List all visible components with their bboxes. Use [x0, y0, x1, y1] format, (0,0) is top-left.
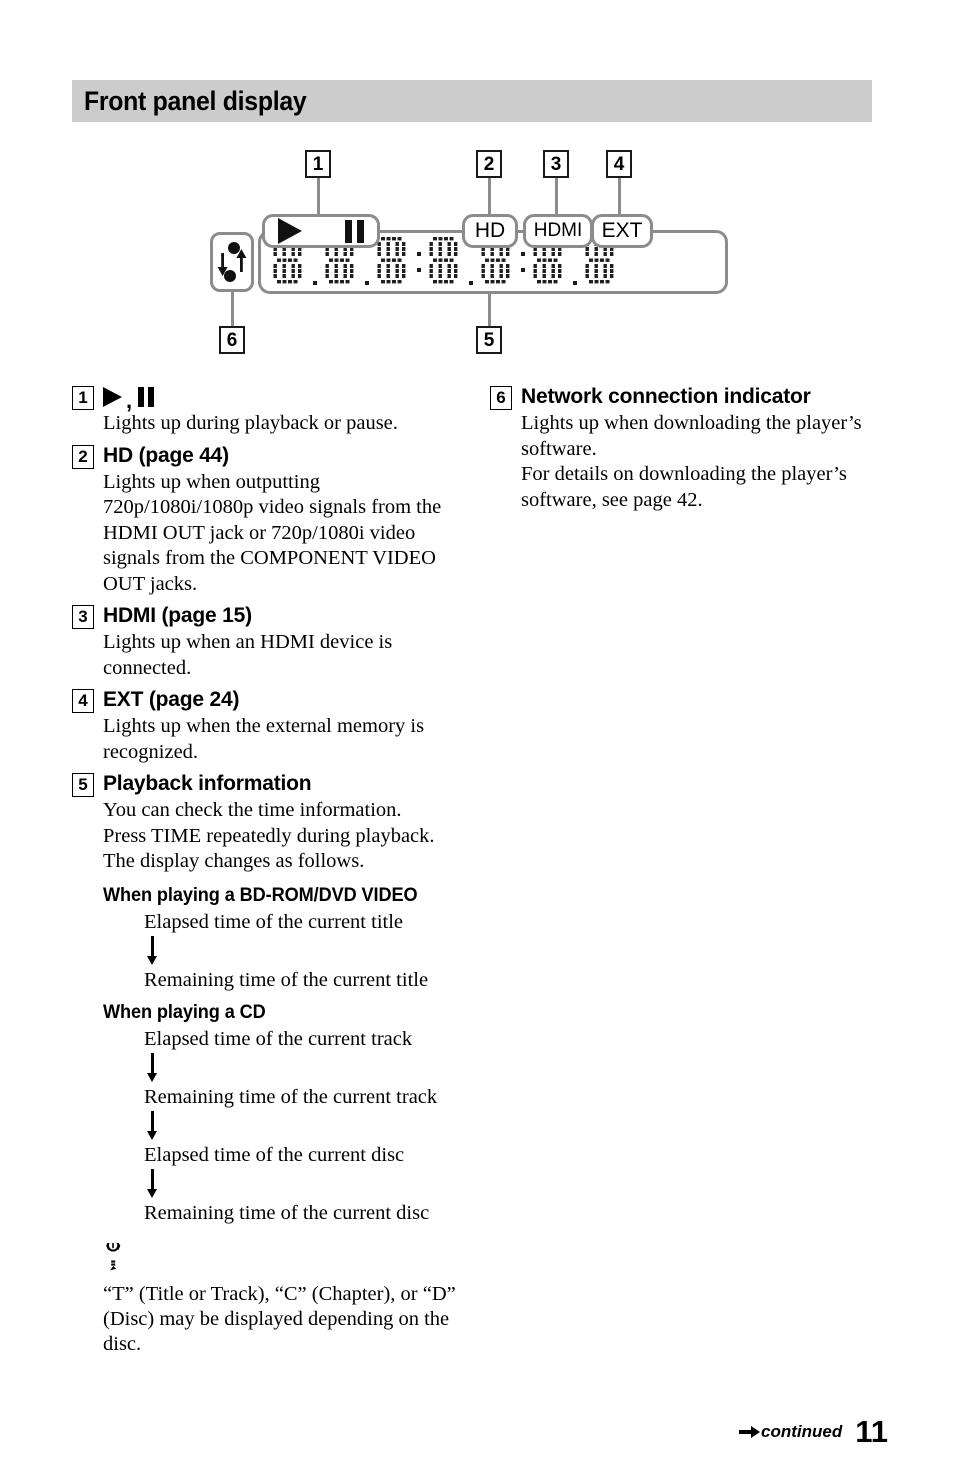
entry-1-head: 1 , — [72, 383, 457, 413]
hdmi-indicator: HDMI — [523, 214, 593, 248]
entry-2-title: HD (page 44) — [103, 443, 229, 467]
right-column: 6 Network connection indicator Lights up… — [490, 383, 875, 518]
page-number: 11 — [855, 1414, 888, 1449]
tip-body: “T” (Title or Track), “C” (Chapter), or … — [103, 1282, 456, 1355]
callout-6: 6 — [219, 326, 245, 354]
entry-5-body: You can check the time information. Pres… — [103, 799, 435, 872]
callout-2: 2 — [476, 150, 502, 178]
lightbulb-tip-icon — [106, 1238, 121, 1270]
entry-1-body: Lights up during playback or pause. — [103, 412, 398, 434]
flow-step: Remaining time of the current title — [144, 968, 429, 991]
entry-4-head: 4 EXT (page 24) — [72, 686, 457, 713]
ext-indicator: EXT — [591, 214, 653, 248]
callout-1: 1 — [305, 150, 331, 178]
entry-4-body: Lights up when the external memory is re… — [103, 715, 425, 763]
right-arrow-icon — [739, 1425, 760, 1438]
ext-indicator-label: EXT — [601, 219, 643, 242]
entry-3-body: Lights up when an HDMI device is connect… — [103, 631, 393, 679]
entry-5-head: 5 Playback information — [72, 770, 457, 797]
flow-step: Remaining time of the current disc — [144, 1201, 430, 1224]
down-arrow-icon — [146, 1110, 160, 1141]
segment-char — [373, 236, 411, 288]
comma-separator: , — [126, 388, 132, 413]
leader-line-4 — [618, 178, 621, 214]
entry-6-head: 6 Network connection indicator — [490, 383, 875, 410]
flow-step: Elapsed time of the current disc — [144, 1143, 405, 1166]
entry-6-title: Network connection indicator — [521, 385, 811, 408]
flow-cd: Elapsed time of the current track Remain… — [144, 1027, 457, 1225]
entry-3-number: 3 — [72, 605, 94, 629]
entry-4-number: 4 — [72, 689, 94, 713]
entry-6-number: 6 — [490, 386, 512, 410]
flow-step: Elapsed time of the current track — [144, 1027, 413, 1050]
entry-6: 6 Network connection indicator Lights up… — [490, 383, 875, 513]
network-up-down-icon — [217, 242, 247, 282]
entry-4: 4 EXT (page 24) Lights up when the exter… — [72, 686, 457, 765]
entry-1-number: 1 — [72, 386, 94, 410]
entry-3-head: 3 HDMI (page 15) — [72, 602, 457, 629]
subhead-cd: When playing a CD — [103, 1000, 266, 1023]
leader-line-3 — [555, 178, 558, 214]
entry-4-title: EXT (page 24) — [103, 688, 240, 711]
entry-6-body-line-2: For details on downloading the player’s … — [521, 463, 847, 511]
callout-4: 4 — [606, 150, 632, 178]
section-header: Front panel display — [72, 80, 872, 122]
continued-label: continued — [761, 1421, 843, 1441]
leader-line-5 — [488, 294, 491, 327]
hdmi-indicator-label: HDMI — [533, 220, 583, 241]
entry-2-body: Lights up when outputting 720p/1080i/108… — [103, 470, 442, 595]
entry-3: 3 HDMI (page 15) Lights up when an HDMI … — [72, 602, 457, 681]
entry-2-head: 2 HD (page 44) — [72, 442, 457, 469]
left-column: 1 , Lights up during playback or pause. … — [72, 383, 457, 1357]
pause-icon — [137, 386, 154, 407]
flow-step: Elapsed time of the current title — [144, 910, 404, 933]
entry-3-title: HDMI (page 15) — [103, 604, 252, 627]
continued-marker: continued — [739, 1422, 842, 1442]
entry-1-title: , — [103, 383, 154, 413]
down-arrow-icon — [146, 1168, 160, 1199]
flow-step: Remaining time of the current track — [144, 1085, 438, 1108]
play-icon — [278, 218, 302, 244]
down-arrow-icon — [146, 1052, 160, 1083]
segment-char — [425, 236, 463, 288]
tip-block: “T” (Title or Track), “C” (Chapter), or … — [103, 1238, 457, 1357]
down-arrow-icon — [146, 935, 160, 966]
entry-1: 1 , Lights up during playback or pause. — [72, 383, 457, 437]
callout-3: 3 — [543, 150, 569, 178]
front-panel-diagram: 1 2 3 4 5 6 HD HDMI EXT — [200, 148, 740, 363]
leader-line-1 — [317, 178, 320, 214]
leader-line-6 — [231, 292, 234, 327]
network-connection-indicator — [210, 232, 254, 292]
hd-indicator: HD — [462, 214, 518, 248]
callout-5: 5 — [476, 326, 502, 354]
hd-indicator-label: HD — [474, 219, 506, 242]
segment-separator — [414, 236, 425, 288]
subhead-bdrom: When playing a BD-ROM/DVD VIDEO — [103, 883, 418, 906]
pause-icon — [345, 219, 364, 243]
play-pause-indicator — [262, 214, 380, 248]
flow-bdrom: Elapsed time of the current title Remain… — [144, 910, 457, 992]
entry-5-number: 5 — [72, 773, 94, 797]
entry-2-number: 2 — [72, 444, 94, 469]
entry-5: 5 Playback information You can check the… — [72, 770, 457, 875]
entry-2: 2 HD (page 44) Lights up when outputting… — [72, 442, 457, 598]
entry-6-body-line-1: Lights up when downloading the player’s … — [521, 412, 862, 460]
leader-line-2 — [488, 178, 491, 214]
page-title: Front panel display — [83, 85, 307, 116]
entry-5-title: Playback information — [103, 772, 312, 795]
page-footer: continued 11 — [739, 1416, 888, 1447]
play-icon — [103, 386, 122, 407]
